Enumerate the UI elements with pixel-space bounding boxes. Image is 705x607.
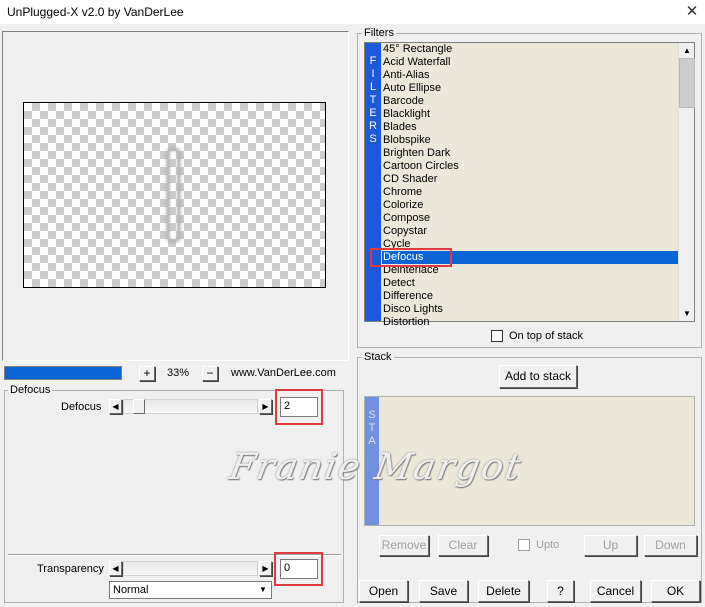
down-button[interactable]: Down [644,535,697,556]
strip-letter: T [368,422,376,434]
open-button[interactable]: Open [359,580,408,602]
filter-item[interactable]: Compose [382,212,678,225]
filter-item[interactable]: Copystar [382,225,678,238]
website-link[interactable]: www.VanDerLee.com [231,367,336,379]
filter-item[interactable]: Colorize [382,199,678,212]
defocus-slider-thumb[interactable] [133,399,145,414]
add-to-stack-button[interactable]: Add to stack [499,365,577,388]
transparency-right-arrow-icon[interactable]: ▶ [259,561,272,576]
filter-item[interactable]: Anti-Alias [382,69,678,82]
on-top-checkbox[interactable] [491,330,503,342]
filter-item[interactable]: Detect [382,277,678,290]
on-top-label: On top of stack [509,330,583,342]
scroll-down-icon[interactable]: ▼ [679,306,695,321]
progress-bar [4,366,122,380]
filter-item[interactable]: Blacklight [382,108,678,121]
transparency-value-field[interactable]: 0 [280,559,318,579]
strip-letter: F [369,55,377,67]
preview-shape [167,148,180,242]
strip-letter: S [369,133,377,145]
defocus-label: Defocus [61,401,102,413]
filter-item[interactable]: Chrome [382,186,678,199]
filters-items: 45° Rectangle Acid Waterfall Anti-Alias … [382,43,678,329]
defocus-value-field[interactable]: 2 [280,397,318,417]
filter-item[interactable]: Acid Waterfall [382,56,678,69]
filter-item[interactable]: Brighten Dark [382,147,678,160]
window-title: UnPlugged-X v2.0 by VanDerLee [7,5,184,19]
filter-item[interactable]: Barcode [382,95,678,108]
filter-item[interactable]: Distortion [382,316,678,329]
ok-button[interactable]: OK [651,580,700,602]
filters-strip: F I L T E R S [365,43,381,321]
filter-item[interactable]: Difference [382,290,678,303]
help-button[interactable]: ? [547,580,574,602]
scroll-up-icon[interactable]: ▲ [679,43,695,58]
cancel-button[interactable]: Cancel [590,580,641,602]
clear-button[interactable]: Clear [438,535,488,556]
upto-label: Upto [536,539,560,551]
save-button[interactable]: Save [419,580,468,602]
filter-item[interactable]: 45° Rectangle [382,43,678,56]
transparency-label: Transparency [37,563,104,575]
strip-letter: S [368,409,376,421]
blend-mode-value: Normal [113,584,149,596]
title-bar: UnPlugged-X v2.0 by VanDerLee ✕ [0,0,705,24]
scroll-thumb[interactable] [679,58,695,108]
defocus-left-arrow-icon[interactable]: ◀ [109,399,122,414]
strip-letter: I [371,68,375,80]
strip-letter: L [369,81,377,93]
delete-button[interactable]: Delete [478,580,529,602]
stack-group-label: Stack [362,351,394,363]
filter-item[interactable]: Blobspike [382,134,678,147]
defocus-group-label: Defocus [8,384,53,396]
zoom-out-button[interactable]: − [202,366,218,381]
defocus-right-arrow-icon[interactable]: ▶ [259,399,272,414]
upto-checkbox[interactable] [518,539,530,551]
zoom-level: 33% [166,367,190,379]
selected-filter-highlight [370,248,452,267]
filter-item[interactable]: CD Shader [382,173,678,186]
filter-item[interactable]: Disco Lights [382,303,678,316]
close-icon[interactable]: ✕ [680,2,704,22]
filters-group-label: Filters [362,27,396,39]
remove-button[interactable]: Remove [379,535,429,556]
strip-letter: E [369,107,377,119]
filter-item[interactable]: Cartoon Circles [382,160,678,173]
blend-mode-select[interactable]: Normal ▼ [109,581,272,599]
chevron-down-icon[interactable]: ▼ [256,583,270,597]
strip-letter: R [369,120,377,132]
zoom-in-button[interactable]: + [139,366,155,381]
filters-scrollbar[interactable]: ▲ ▼ [678,43,695,321]
watermark-text: Franie Margot [226,447,526,488]
transparency-slider[interactable] [123,561,258,576]
filter-item[interactable]: Blades [382,121,678,134]
transparency-left-arrow-icon[interactable]: ◀ [109,561,122,576]
strip-letter: T [369,94,377,106]
filter-item[interactable]: Auto Ellipse [382,82,678,95]
up-button[interactable]: Up [584,535,637,556]
